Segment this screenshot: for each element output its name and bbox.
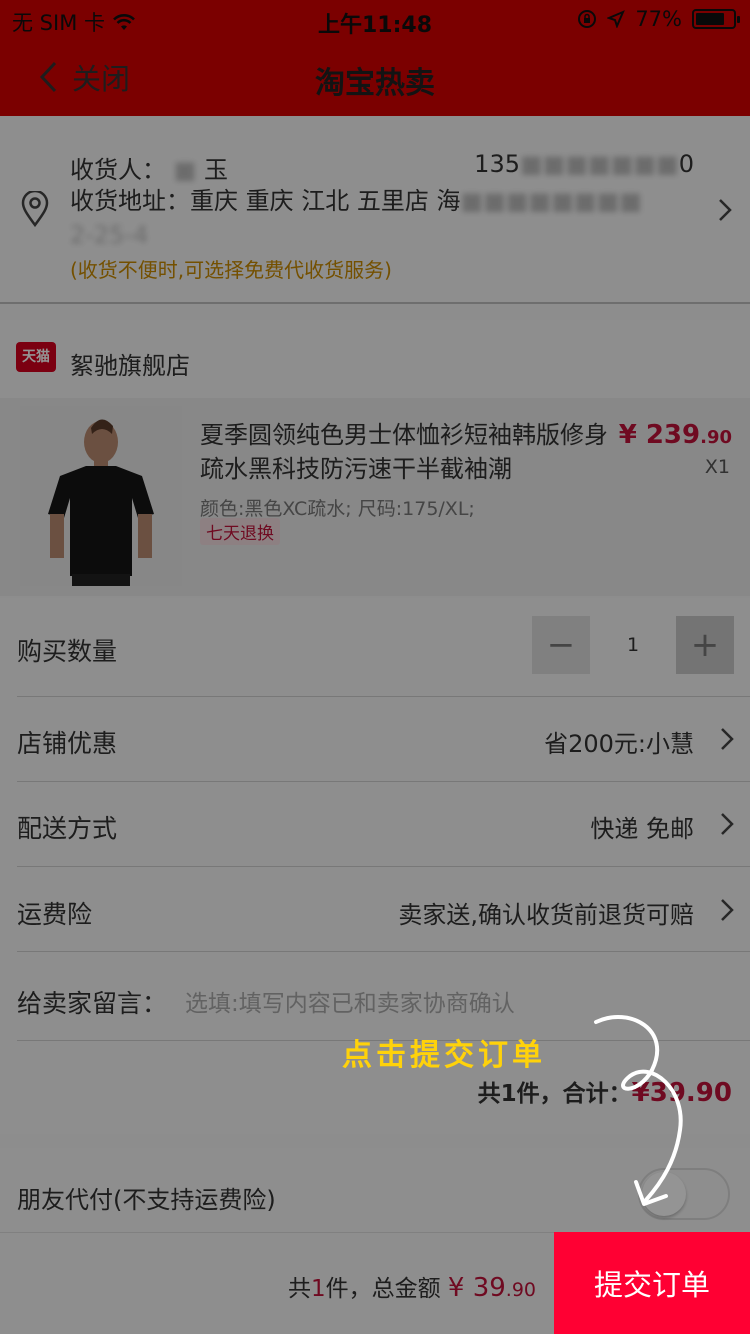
shipping-row[interactable]: 配送方式 快递 免邮 [0,782,750,866]
total-amount: ¥ 39.90 [448,1273,536,1303]
price-main: ¥ 239 [618,420,701,450]
battery-fill [696,13,724,25]
friend-pay-label: 朋友代付(不支持运费险) [17,1186,276,1214]
shop-header: 天猫 絮驰旗舰店 [0,320,750,398]
return-policy-tag: 七天退换 [200,518,280,545]
guide-arrow-icon [594,1015,683,1206]
insurance-value: 卖家送,确认收货前退货可赔 [398,901,694,929]
product-attributes: 颜色:黑色XC疏水; 尺码:175/XL; [200,498,475,520]
receiver-name-redacted: ■ [173,156,197,184]
delivery-hint: (收货不便时,可选择免费代收货服务) [70,258,392,282]
orientation-lock-icon [578,10,597,28]
address-text: 重庆 重庆 江北 五里店 海 [190,187,461,215]
quantity-value[interactable]: 1 [590,616,676,674]
increase-button[interactable]: + [676,616,734,674]
receiver-address: 收货地址：重庆 重庆 江北 五里店 海■■■■■■■■ 2-25-4 [70,184,710,252]
address-card[interactable]: 收货人： ■ 玉 135■■■■■■■0 收货地址：重庆 重庆 江北 五里店 海… [0,116,750,304]
address-label: 收货地址： [70,187,190,215]
product-title: 夏季圆领纯色男士体恤衫短袖韩版修身疏水黑科技防污速干半截袖潮 [200,421,608,483]
chevron-right-icon [721,728,734,750]
chevron-right-icon [721,899,734,921]
quantity-label: 购买数量 [17,637,118,666]
shop-discount-row[interactable]: 店铺优惠 省200元:小慧 [0,697,750,781]
phone-prefix: 135 [474,150,520,178]
price-decimal: .90 [700,427,732,448]
chevron-right-icon [721,813,734,835]
guide-callout: 点击提交订单 [342,1038,546,1073]
total-count: 1 [310,1276,326,1302]
chevron-right-icon [719,199,732,221]
phone-tail: 0 [678,150,694,178]
message-input[interactable]: 选填:填写内容已和卖家协商确认 [185,984,515,1018]
decrease-button[interactable]: − [532,616,590,674]
submit-order-spotlight[interactable]: 提交订单 [554,1232,750,1334]
quantity-row: 购买数量 − 1 + [0,598,750,694]
address-redacted: ■■■■■■■■ [460,187,642,215]
discount-label: 店铺优惠 [17,729,118,758]
receiver-label: 收货人： [70,156,166,184]
status-bar: 无 SIM 卡 上午11:48 77% [0,0,750,38]
receiver-name: 玉 [203,156,228,184]
discount-value: 省200元:小慧 [544,730,694,758]
total-suffix: 件，总金额 [325,1276,441,1302]
location-pin-icon [21,191,49,227]
message-label: 给卖家留言： [17,989,168,1018]
product-price: ¥ 239.90 [619,420,732,450]
insurance-label: 运费险 [17,900,93,929]
product-item[interactable]: 夏季圆领纯色男士体恤衫短袖韩版修身疏水黑科技防污速干半截袖潮 颜色:黑色XC疏水… [0,398,750,596]
quantity-stepper: − 1 + [532,616,734,674]
shipping-label: 配送方式 [17,814,118,843]
receiver-phone: 135■■■■■■■0 [474,150,694,178]
battery-icon [692,9,740,29]
product-image [20,406,182,586]
amount-decimal: .90 [505,1279,536,1301]
shop-name: 絮驰旗舰店 [70,352,190,380]
order-total: 共1件，总金额 ¥ 39.90 [288,1269,536,1303]
product-quantity: X1 [704,456,730,478]
battery-percent: 77% [635,7,682,31]
status-bar-right: 77% [577,7,740,31]
receiver: 收货人： ■ 玉 [70,150,228,185]
page-title: 淘宝热卖 [315,66,435,101]
phone-redacted: ■■■■■■■ [519,150,679,178]
freight-insurance-row[interactable]: 运费险 卖家送,确认收货前退货可赔 [0,867,750,951]
tmall-badge: 天猫 [16,342,56,372]
nav-bar: 关闭 淘宝热卖 [0,38,750,116]
shipping-value: 快递 免邮 [590,815,694,843]
total-prefix: 共 [287,1276,311,1302]
amount-main: ¥ 39 [447,1273,506,1303]
address-line2: 2-25-4 [70,221,149,249]
location-arrow-icon [607,10,626,28]
